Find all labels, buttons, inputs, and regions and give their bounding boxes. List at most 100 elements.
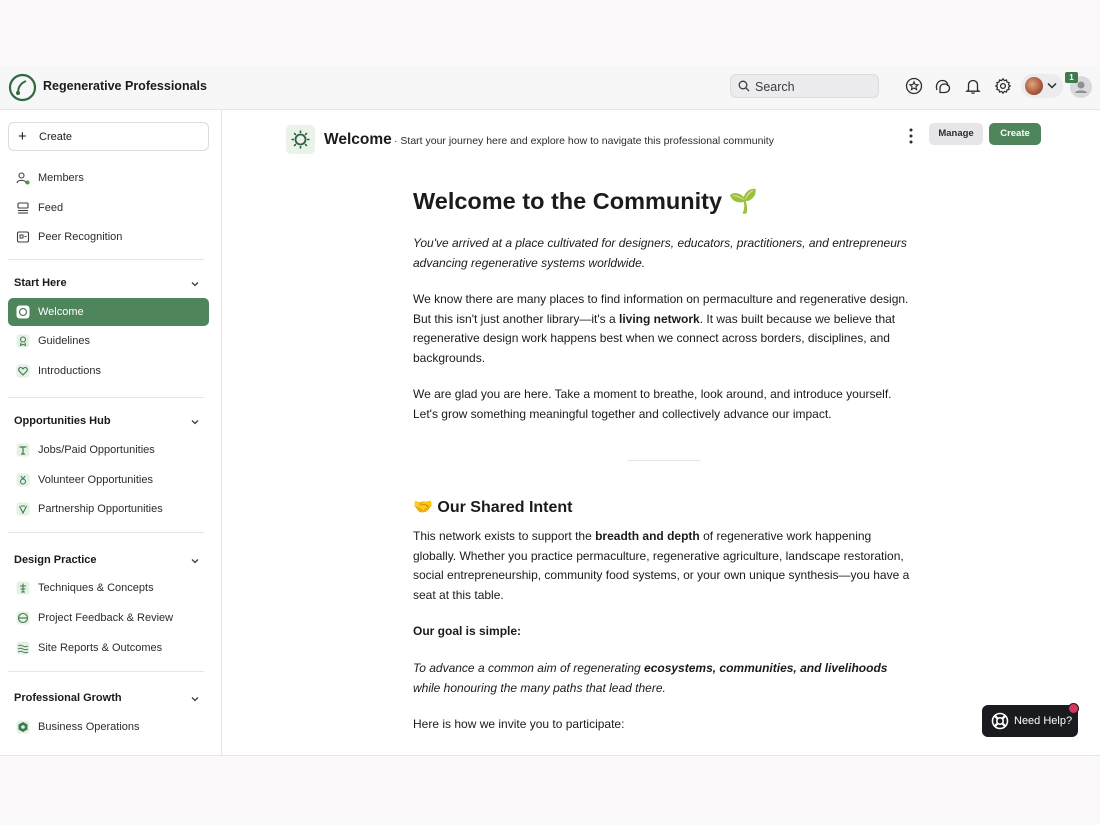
bold-text: breadth and depth [595, 529, 700, 543]
paragraph: Here is how we invite you to participate… [413, 717, 625, 731]
intro-paragraph: You've arrived at a place cultivated for… [413, 236, 907, 270]
bold-text: ecosystems, communities, and livelihoods [644, 661, 888, 675]
members-icon [16, 172, 30, 185]
sidebar-item-label: Jobs/Paid Opportunities [38, 444, 155, 456]
sidebar-create-label: Create [39, 131, 73, 143]
sidebar: + Create Members Feed Peer Recognition S… [0, 110, 222, 755]
top-bar: Regenerative Professionals Search 1 [0, 66, 1100, 110]
techniques-icon [16, 581, 30, 595]
main-content: Welcome · Start your journey here and ex… [222, 110, 1100, 755]
sidebar-divider [8, 671, 204, 672]
sidebar-divider [8, 397, 204, 398]
page-title: Welcome [324, 131, 392, 148]
space-icon [286, 125, 315, 154]
sidebar-item-feed[interactable]: Feed [8, 194, 209, 222]
more-options-icon[interactable] [906, 127, 916, 145]
handshake-icon: 🤝 [413, 499, 433, 516]
plus-icon: + [18, 128, 27, 145]
bold-text: living network [619, 311, 700, 326]
avatar [1025, 77, 1043, 95]
business-icon [16, 720, 30, 734]
sidebar-item-welcome[interactable]: Welcome [8, 298, 209, 326]
chevron-down-icon[interactable] [190, 556, 200, 566]
guidelines-icon [16, 334, 30, 348]
search-input[interactable]: Search [730, 74, 879, 98]
sidebar-divider [8, 259, 204, 260]
chevron-down-icon[interactable] [190, 694, 200, 704]
paragraph: This network exists to support the bread… [413, 527, 913, 605]
section-heading: 🤝 Our Shared Intent [413, 498, 573, 518]
paragraph-text: while honouring the many paths that lead… [413, 680, 666, 695]
volunteer-icon [16, 473, 30, 487]
chevron-down-icon [1047, 82, 1057, 89]
section-divider [627, 460, 701, 461]
brand-logo-icon[interactable] [8, 73, 37, 102]
sidebar-item-label: Techniques & Concepts [38, 582, 154, 594]
lifebuoy-icon [991, 712, 1009, 730]
need-help-button[interactable]: Need Help? [982, 703, 1079, 737]
manage-button[interactable]: Manage [929, 123, 983, 145]
section-heading-text: Our Shared Intent [437, 499, 573, 516]
sidebar-item-label: Peer Recognition [38, 231, 123, 243]
sun-icon [291, 130, 310, 149]
sidebar-item-peer-recognition[interactable]: Peer Recognition [8, 223, 209, 251]
sidebar-item-introductions[interactable]: Introductions [8, 357, 209, 385]
chevron-down-icon[interactable] [190, 417, 200, 427]
bell-icon[interactable] [964, 77, 982, 95]
paragraph-text: To advance a common aim of regenerating [413, 661, 645, 675]
section-opportunities-hub[interactable]: Opportunities Hub [14, 415, 111, 427]
page-subtitle: · Start your journey here and explore ho… [394, 135, 774, 147]
brand-name[interactable]: Regenerative Professionals [43, 79, 207, 93]
paragraph: We are glad you are here. Take a moment … [413, 387, 892, 421]
community-switcher[interactable]: 1 [1065, 72, 1092, 98]
sidebar-item-guidelines[interactable]: Guidelines [8, 327, 209, 355]
sidebar-item-business-operations[interactable]: Business Operations [8, 713, 209, 741]
sidebar-create-button[interactable]: + Create [8, 122, 209, 151]
paragraph: We know there are many places to find in… [413, 290, 913, 368]
feed-icon [17, 202, 29, 214]
jobs-icon [16, 443, 30, 457]
sidebar-item-label: Business Operations [38, 721, 140, 733]
sidebar-item-label: Guidelines [38, 335, 90, 347]
waves-icon [16, 641, 30, 655]
goal-paragraph: To advance a common aim of regenerating … [413, 659, 913, 698]
sidebar-item-partnership[interactable]: Partnership Opportunities [8, 495, 209, 523]
settings-gear-icon[interactable] [994, 77, 1012, 95]
sidebar-item-techniques[interactable]: Techniques & Concepts [8, 574, 209, 602]
article-heading: Welcome to the Community 🌱 [413, 188, 758, 214]
search-placeholder: Search [755, 80, 795, 94]
sidebar-item-jobs[interactable]: Jobs/Paid Opportunities [8, 436, 209, 464]
sidebar-item-label: Partnership Opportunities [38, 503, 163, 515]
create-post-button[interactable]: Create [989, 123, 1041, 145]
sidebar-item-volunteer[interactable]: Volunteer Opportunities [8, 466, 209, 494]
sidebar-item-members[interactable]: Members [8, 164, 209, 192]
sidebar-item-site-reports[interactable]: Site Reports & Outcomes [8, 634, 209, 662]
messages-icon[interactable] [934, 77, 952, 95]
section-professional-growth[interactable]: Professional Growth [14, 692, 122, 704]
need-help-label: Need Help? [1014, 715, 1073, 727]
feedback-icon [16, 611, 30, 625]
sidebar-item-label: Project Feedback & Review [38, 612, 174, 624]
chevron-down-icon[interactable] [190, 279, 200, 289]
recognition-icon [16, 231, 30, 243]
section-design-practice[interactable]: Design Practice [14, 554, 97, 566]
welcome-icon [16, 305, 30, 319]
sidebar-item-label: Introductions [38, 365, 101, 377]
user-menu-button[interactable] [1021, 74, 1063, 98]
star-badge-icon[interactable] [905, 77, 923, 95]
notification-count-badge: 1 [1065, 72, 1078, 83]
section-start-here[interactable]: Start Here [14, 277, 67, 289]
sidebar-divider [8, 532, 204, 533]
sidebar-item-label: Feed [38, 202, 64, 214]
sidebar-item-label: Members [38, 172, 84, 184]
sidebar-item-label: Volunteer Opportunities [38, 474, 153, 486]
sidebar-item-project-feedback[interactable]: Project Feedback & Review [8, 604, 209, 632]
sidebar-item-label: Site Reports & Outcomes [38, 642, 163, 654]
goal-heading: Our goal is simple: [413, 624, 522, 638]
help-notification-dot [1068, 703, 1079, 714]
heart-icon [16, 364, 30, 378]
sidebar-item-label: Welcome [38, 306, 84, 318]
search-icon [738, 80, 750, 92]
paragraph-text: This network exists to support the [413, 529, 596, 543]
app-window: Regenerative Professionals Search 1 + Cr… [0, 66, 1100, 756]
